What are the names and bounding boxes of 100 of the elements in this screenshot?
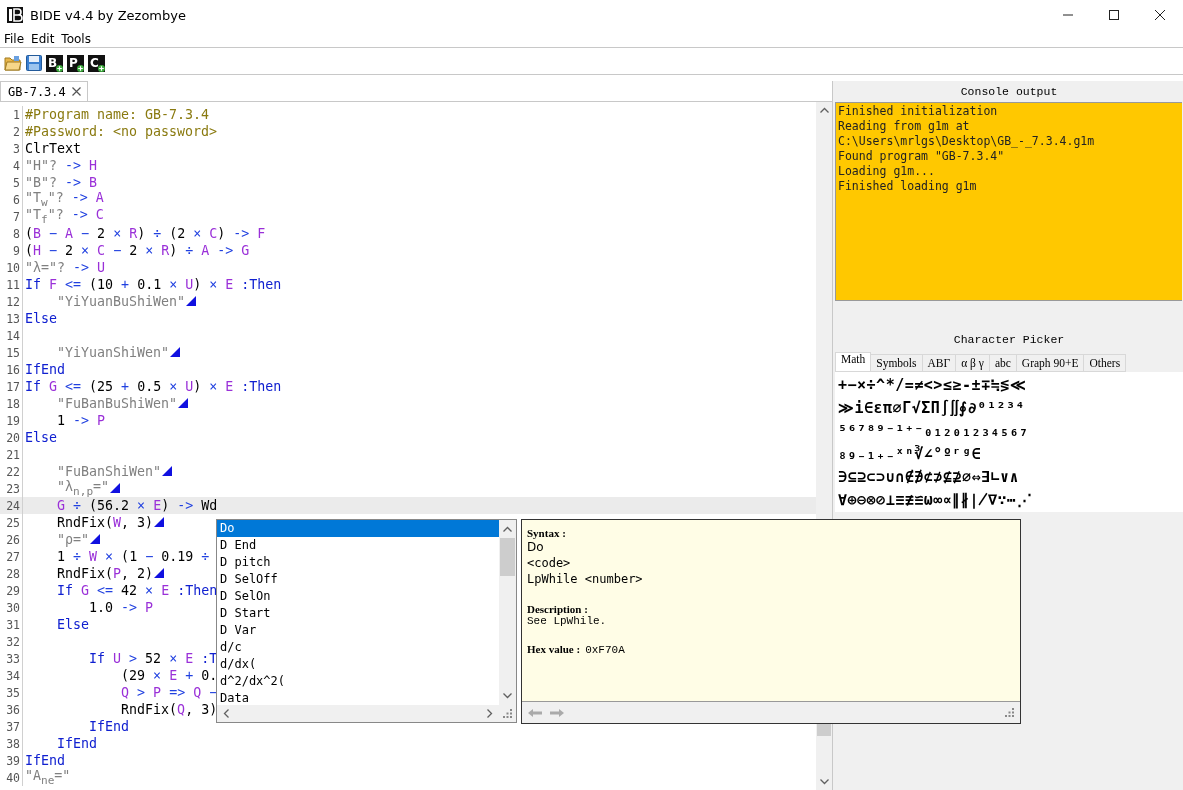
character-row[interactable]: +−×÷^*/=≠<>≤≥-±∓≒≶≪ bbox=[838, 373, 1027, 396]
line-number: 39 bbox=[5, 753, 21, 768]
app-logo-icon bbox=[7, 7, 23, 23]
line-number: 16 bbox=[5, 362, 21, 377]
suggestion-item[interactable]: D pitch bbox=[217, 554, 499, 571]
suggestion-item[interactable]: D SelOff bbox=[217, 571, 499, 588]
code-line: If U > 52 × E :T bbox=[88, 650, 218, 667]
line-number: 4 bbox=[12, 158, 21, 173]
line-number: 14 bbox=[5, 328, 21, 343]
menu-item[interactable]: Edit bbox=[31, 31, 55, 46]
code-line: If G <= 42 × E :Then bbox=[56, 582, 218, 599]
section-heading: Description : bbox=[527, 603, 588, 615]
suggestion-item[interactable]: D End bbox=[217, 537, 499, 554]
line-number: 17 bbox=[5, 379, 21, 394]
line-number: 29 bbox=[5, 583, 21, 598]
resize-grip-icon[interactable] bbox=[1005, 708, 1014, 717]
suggestion-item[interactable]: Do bbox=[217, 520, 499, 537]
code-line: IfEnd bbox=[88, 718, 130, 735]
picker-tab[interactable]: Math bbox=[835, 352, 872, 372]
suggestion-item[interactable]: d^2/dx^2( bbox=[217, 673, 499, 690]
line-number: 11 bbox=[5, 277, 21, 292]
line-number: 13 bbox=[5, 311, 21, 326]
scrollbar-thumb[interactable] bbox=[500, 538, 515, 576]
syntax-line: <code> bbox=[527, 555, 572, 571]
suggestion-item[interactable]: Data bbox=[217, 690, 499, 707]
character-row[interactable]: ⁵⁶⁷⁸⁹⁻¹⁺⁻₀₁₂₀₁₂₃₄₅₆₇ bbox=[838, 419, 1029, 442]
character-row[interactable]: ∀⊕⊖⊗⊘⊥≡≢≌ω∞∝∥∦∤∇∵⋯⋰ bbox=[838, 488, 1033, 511]
picker-tab[interactable]: α β γ bbox=[956, 354, 990, 372]
scroll-left-icon[interactable] bbox=[223, 709, 229, 718]
console-line: Found program "GB-7.3.4" bbox=[838, 149, 1006, 164]
picker-tab[interactable]: Others bbox=[1084, 354, 1127, 372]
scroll-up-icon[interactable] bbox=[819, 107, 829, 113]
code-line: "FuBanBuShiWen" bbox=[56, 395, 178, 412]
line-number: 26 bbox=[5, 532, 21, 547]
console-line: C:\Users\mrlgs\Desktop\GB_-_7.3.4.g1m bbox=[838, 134, 1096, 149]
line-number: 34 bbox=[5, 668, 21, 683]
plus-icon bbox=[98, 64, 105, 72]
scroll-down-icon[interactable] bbox=[503, 693, 512, 699]
line-number: 9 bbox=[12, 243, 21, 258]
code-line: 1 ÷ W × (1 − 0.19 ÷ bbox=[56, 548, 210, 565]
code-line: RndFix(Q, 3) bbox=[120, 701, 218, 718]
line-number: 1 bbox=[12, 107, 21, 122]
line-number: 24 bbox=[5, 498, 21, 513]
picker-tab[interactable]: Graph 90+E bbox=[1016, 354, 1085, 372]
line-number: 37 bbox=[5, 719, 21, 734]
line-number: 31 bbox=[5, 617, 21, 632]
line-number: 10 bbox=[5, 260, 21, 275]
code-line: IfEnd bbox=[25, 752, 66, 769]
line-number: 19 bbox=[5, 413, 21, 428]
scroll-up-icon[interactable] bbox=[503, 526, 512, 532]
line-number: 32 bbox=[5, 634, 21, 649]
console-line: Reading from g1m at bbox=[838, 119, 971, 134]
code-line: "λ$_{n,p}$=" bbox=[56, 477, 110, 499]
code-line: "λ="? -> U bbox=[25, 259, 106, 276]
code-line: Else bbox=[25, 310, 58, 327]
file-tab[interactable]: GB-7.3.4 bbox=[0, 81, 88, 101]
resize-grip-icon[interactable] bbox=[503, 709, 512, 718]
description-text: See LpWhile. bbox=[527, 615, 608, 627]
vertical-scrollbar[interactable] bbox=[499, 520, 516, 705]
picker-tab[interactable]: ABΓ bbox=[922, 354, 957, 372]
suggestion-item[interactable]: D SelOn bbox=[217, 588, 499, 605]
panel-title: Console output bbox=[959, 84, 1059, 100]
code-line: (H − 2 × C − 2 × R) ÷ A -> G bbox=[25, 242, 250, 259]
maximize-icon[interactable] bbox=[1108, 9, 1120, 21]
section-heading: Hex value : bbox=[527, 643, 581, 655]
character-row[interactable]: ₈₉₋₁₊₋ˣⁿ∛∠°ºʳᵍ∈ bbox=[838, 442, 981, 465]
suggestion-item[interactable]: d/c bbox=[217, 639, 499, 656]
close-icon[interactable] bbox=[1154, 9, 1166, 21]
character-row[interactable]: ≫i∈επ∅Γ√ΣΠ∫∬∮∂⁰¹²³⁴ bbox=[838, 396, 1026, 419]
new-item-button[interactable]: B bbox=[46, 54, 63, 72]
menu-item[interactable]: Tools bbox=[61, 31, 91, 46]
picker-tab[interactable]: Symbols bbox=[871, 354, 923, 372]
console-line: Loading g1m... bbox=[838, 164, 936, 179]
menu-item[interactable]: File bbox=[4, 31, 25, 46]
new-item-button[interactable]: P bbox=[67, 54, 84, 72]
suggestion-item[interactable]: D Var bbox=[217, 622, 499, 639]
picker-tab[interactable]: abc bbox=[989, 354, 1017, 372]
scroll-right-icon[interactable] bbox=[487, 709, 493, 718]
tab-label: GB-7.3.4 bbox=[8, 84, 66, 99]
line-number: 18 bbox=[5, 396, 21, 411]
code-line: "A$_{ne}$=" bbox=[25, 766, 71, 789]
line-number: 22 bbox=[5, 464, 21, 479]
folder-icon[interactable] bbox=[4, 55, 22, 71]
scroll-down-icon[interactable] bbox=[819, 779, 829, 785]
line-number: 15 bbox=[5, 345, 21, 360]
window-title: BIDE v4.4 by Zezombye bbox=[30, 7, 186, 23]
line-number: 20 bbox=[5, 430, 21, 445]
plus-icon bbox=[77, 64, 84, 72]
line-number: 25 bbox=[5, 515, 21, 530]
line-number: 36 bbox=[5, 702, 21, 717]
code-line: Else bbox=[56, 616, 90, 633]
line-number: 7 bbox=[12, 209, 21, 224]
code-line: 1.0 -> P bbox=[88, 599, 154, 616]
character-row[interactable]: ∋⊆⊇⊂⊃∪∩∉∌⊄⊅⊈⊉∅⇔∃∟∨∧ bbox=[838, 465, 1020, 488]
close-icon[interactable] bbox=[71, 87, 81, 96]
new-item-button[interactable]: C bbox=[88, 54, 105, 72]
code-line: "ρ=" bbox=[56, 531, 90, 548]
suggestion-item[interactable]: D Start bbox=[217, 605, 499, 622]
suggestion-item[interactable]: d/dx( bbox=[217, 656, 499, 673]
syntax-line: Do bbox=[527, 539, 545, 555]
